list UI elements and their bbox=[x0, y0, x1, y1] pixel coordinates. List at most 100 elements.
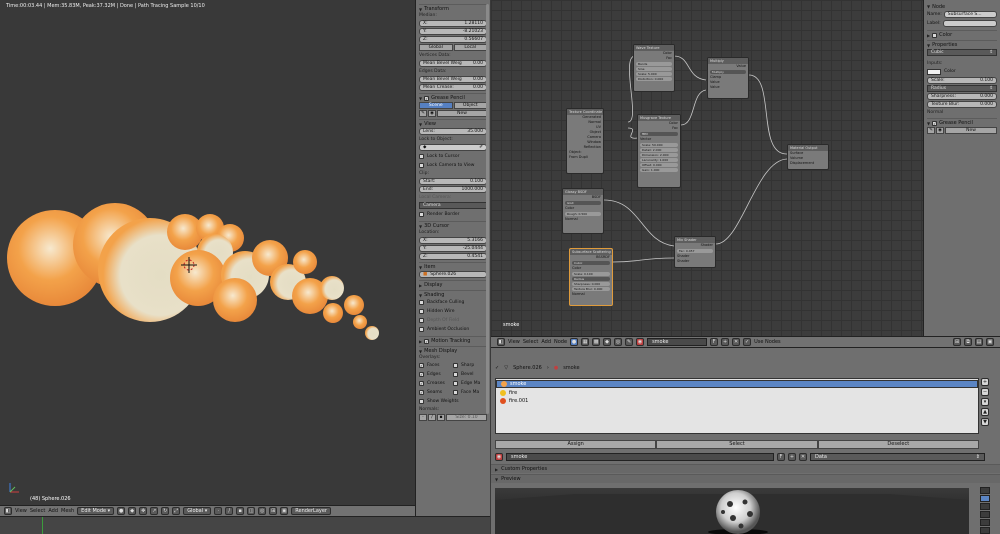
preview-header[interactable]: ▼ Preview bbox=[491, 474, 1000, 483]
preview-cube-button[interactable] bbox=[980, 503, 990, 510]
shader-nodes-icon[interactable]: ● bbox=[570, 338, 579, 346]
local-camera-field[interactable]: Camera bbox=[419, 202, 487, 209]
lock-camera-checkbox[interactable]: Lock Camera to View bbox=[419, 161, 487, 170]
timeline[interactable] bbox=[0, 516, 490, 534]
fake-user-button[interactable]: F bbox=[777, 452, 785, 461]
motion-tracking-checkbox[interactable]: ✓ bbox=[424, 338, 430, 344]
depth-of-field-checkbox[interactable]: Depth Of Field bbox=[419, 316, 487, 325]
ne-node-menu[interactable]: Node bbox=[554, 339, 567, 345]
display-panel-header[interactable]: ▶ Display bbox=[419, 280, 487, 288]
mean-crease-field[interactable]: Mean Crease: 0.00 bbox=[419, 84, 487, 91]
material-slot-name-field[interactable]: smoke bbox=[506, 452, 774, 461]
shelf-scrollbar[interactable] bbox=[486, 4, 489, 414]
gp-browse-icon[interactable]: ◉ bbox=[428, 110, 436, 117]
node-name-field[interactable]: Subsurface S... bbox=[943, 11, 997, 18]
scale-icon[interactable]: ⤢ bbox=[172, 507, 181, 515]
unlink-material-icon[interactable]: ✕ bbox=[799, 452, 807, 461]
compositing-nodes-icon[interactable]: ▦ bbox=[581, 338, 590, 346]
node-label-field[interactable] bbox=[942, 20, 997, 27]
node-editor[interactable]: Wave Texture Color Fac Bands Sine Scale:… bbox=[491, 0, 923, 336]
move-down-icon[interactable]: ▼ bbox=[981, 418, 989, 426]
color-input-row[interactable]: Color bbox=[927, 67, 997, 76]
material-browse-icon[interactable]: ◉ bbox=[495, 452, 503, 461]
preview-sky-button[interactable] bbox=[980, 527, 990, 534]
select-button[interactable]: Select bbox=[656, 440, 818, 449]
glossy-bsdf-node[interactable]: Glossy BSDF BSDF GGX Color Rough: 0.500 … bbox=[562, 188, 604, 234]
median-x-field[interactable]: X: 1.28110 bbox=[419, 20, 487, 27]
texture-coordinate-node[interactable]: Texture Coordinate Generated Normal UV O… bbox=[566, 108, 604, 174]
list-item[interactable]: fire bbox=[496, 389, 978, 397]
texture-blur-field[interactable]: Texture Blur: 0.000 bbox=[927, 101, 997, 108]
color-panel-header[interactable]: ▶ Color bbox=[927, 30, 997, 38]
cursor-z-field[interactable]: Z: 0.4541 bbox=[419, 253, 487, 260]
ambient-occlusion-checkbox[interactable]: Ambient Occlusion bbox=[419, 325, 487, 334]
paste-nodes-icon[interactable]: ▤ bbox=[975, 338, 983, 346]
render-border-checkbox[interactable]: Render Border bbox=[419, 210, 487, 219]
lock-to-cursor-checkbox[interactable]: Lock to Cursor bbox=[419, 152, 487, 161]
new-material-icon[interactable]: + bbox=[788, 452, 796, 461]
math-multiply-node[interactable]: Multiply Value Multiply Clamp Value Valu… bbox=[707, 57, 749, 99]
move-up-icon[interactable]: ▲ bbox=[981, 408, 989, 416]
slot-specials-icon[interactable]: ▾ bbox=[981, 398, 989, 406]
lock-object-field[interactable]: ◆ ✐ bbox=[419, 144, 487, 151]
split-normal-icon[interactable]: / bbox=[428, 414, 436, 421]
shading-icon[interactable]: ● bbox=[117, 507, 126, 515]
gp-new-button[interactable]: New bbox=[437, 110, 487, 117]
color-checkbox[interactable] bbox=[932, 32, 938, 38]
ne-gp-new-button[interactable]: New bbox=[945, 127, 997, 134]
add-slot-icon[interactable]: + bbox=[981, 378, 989, 386]
mesh-menu[interactable]: Mesh bbox=[61, 508, 74, 514]
sharpness-field[interactable]: Sharpness: 0.000 bbox=[927, 93, 997, 100]
translate-icon[interactable]: ↗ bbox=[150, 507, 159, 515]
pin-icon[interactable]: ✓ bbox=[495, 365, 499, 371]
manipulator-icon[interactable]: ✥ bbox=[139, 507, 148, 515]
add-menu[interactable]: Add bbox=[48, 508, 58, 514]
radius-dropdown[interactable]: Radius ⇕ bbox=[927, 85, 997, 92]
render-layer-field[interactable]: RenderLayer bbox=[291, 507, 331, 515]
grease-pencil-checkbox[interactable]: ✓ bbox=[424, 95, 430, 101]
bevel-checkbox[interactable]: Bevel bbox=[453, 370, 487, 379]
seams-checkbox[interactable]: ✓ Seams bbox=[419, 388, 453, 397]
edge-select-icon[interactable]: / bbox=[225, 507, 234, 515]
edges-checkbox[interactable]: ✓ Edges bbox=[419, 370, 453, 379]
clip-end-field[interactable]: End: 1000.000 bbox=[419, 186, 487, 193]
grease-pencil-panel-header[interactable]: ▼ ✓ Grease Pencil bbox=[419, 93, 487, 101]
rotate-icon[interactable]: ↻ bbox=[161, 507, 170, 515]
median-z-field[interactable]: Z: 0.56607 bbox=[419, 36, 487, 43]
fake-user-button[interactable]: F bbox=[710, 338, 719, 346]
ne-add-menu[interactable]: Add bbox=[541, 339, 551, 345]
pencil-icon[interactable]: ✎ bbox=[419, 110, 427, 117]
node-properties-panel-header[interactable]: ▼ Properties bbox=[927, 40, 997, 48]
creases-checkbox[interactable]: ✓ Creases bbox=[419, 379, 453, 388]
preview-flat-button[interactable] bbox=[980, 487, 990, 494]
ne-select-menu[interactable]: Select bbox=[523, 339, 538, 345]
render-icon[interactable]: ▣ bbox=[280, 507, 289, 515]
local-toggle[interactable]: Local bbox=[453, 44, 487, 51]
unlink-material-icon[interactable]: ✕ bbox=[732, 338, 741, 346]
faces-checkbox[interactable]: ✓ Faces bbox=[419, 361, 453, 370]
snap-icon[interactable]: ⊞ bbox=[953, 338, 961, 346]
transform-panel-header[interactable]: ▼ Transform bbox=[419, 4, 487, 12]
limit-selection-icon[interactable]: ◫ bbox=[247, 507, 256, 515]
backface-culling-checkbox[interactable]: Backface Culling bbox=[419, 298, 487, 307]
editor-type-icon[interactable]: ◧ bbox=[497, 338, 505, 346]
musgrave-texture-node[interactable]: Musgrave Texture Color Fac fBM Vector Sc… bbox=[637, 114, 681, 188]
clip-start-field[interactable]: Start: 0.100 bbox=[419, 178, 487, 185]
cursor-x-field[interactable]: X: 5.3166 bbox=[419, 237, 487, 244]
editor-type-icon[interactable]: ◧ bbox=[4, 507, 12, 515]
subsurface-scattering-node[interactable]: Subsurface Scattering BSSRDF Cubic Color… bbox=[569, 248, 613, 306]
backdrop-icon[interactable]: ▣ bbox=[986, 338, 994, 346]
remove-slot-icon[interactable]: − bbox=[981, 388, 989, 396]
gp-object-toggle[interactable]: Object bbox=[453, 102, 487, 109]
node-panel-header[interactable]: ▼ Node bbox=[927, 2, 997, 10]
wave-texture-node[interactable]: Wave Texture Color Fac Bands Sine Scale:… bbox=[633, 44, 675, 92]
view-menu[interactable]: View bbox=[15, 508, 27, 514]
texture-nodes-icon[interactable]: ▩ bbox=[592, 338, 601, 346]
custom-properties-header[interactable]: ▶ Custom Properties bbox=[491, 464, 1000, 473]
3d-viewport[interactable]: Time:00:03.44 | Mem:35.83M, Peak:37.32M … bbox=[0, 0, 415, 505]
scale-field[interactable]: Scale: 0.100 bbox=[927, 77, 997, 84]
cursor-y-field[interactable]: Y: -25.0444 bbox=[419, 245, 487, 252]
gp-scene-toggle[interactable]: Scene bbox=[419, 102, 453, 109]
material-name-field[interactable]: smoke bbox=[647, 338, 708, 346]
material-output-node[interactable]: Material Output Surface Volume Displacem… bbox=[787, 144, 829, 170]
